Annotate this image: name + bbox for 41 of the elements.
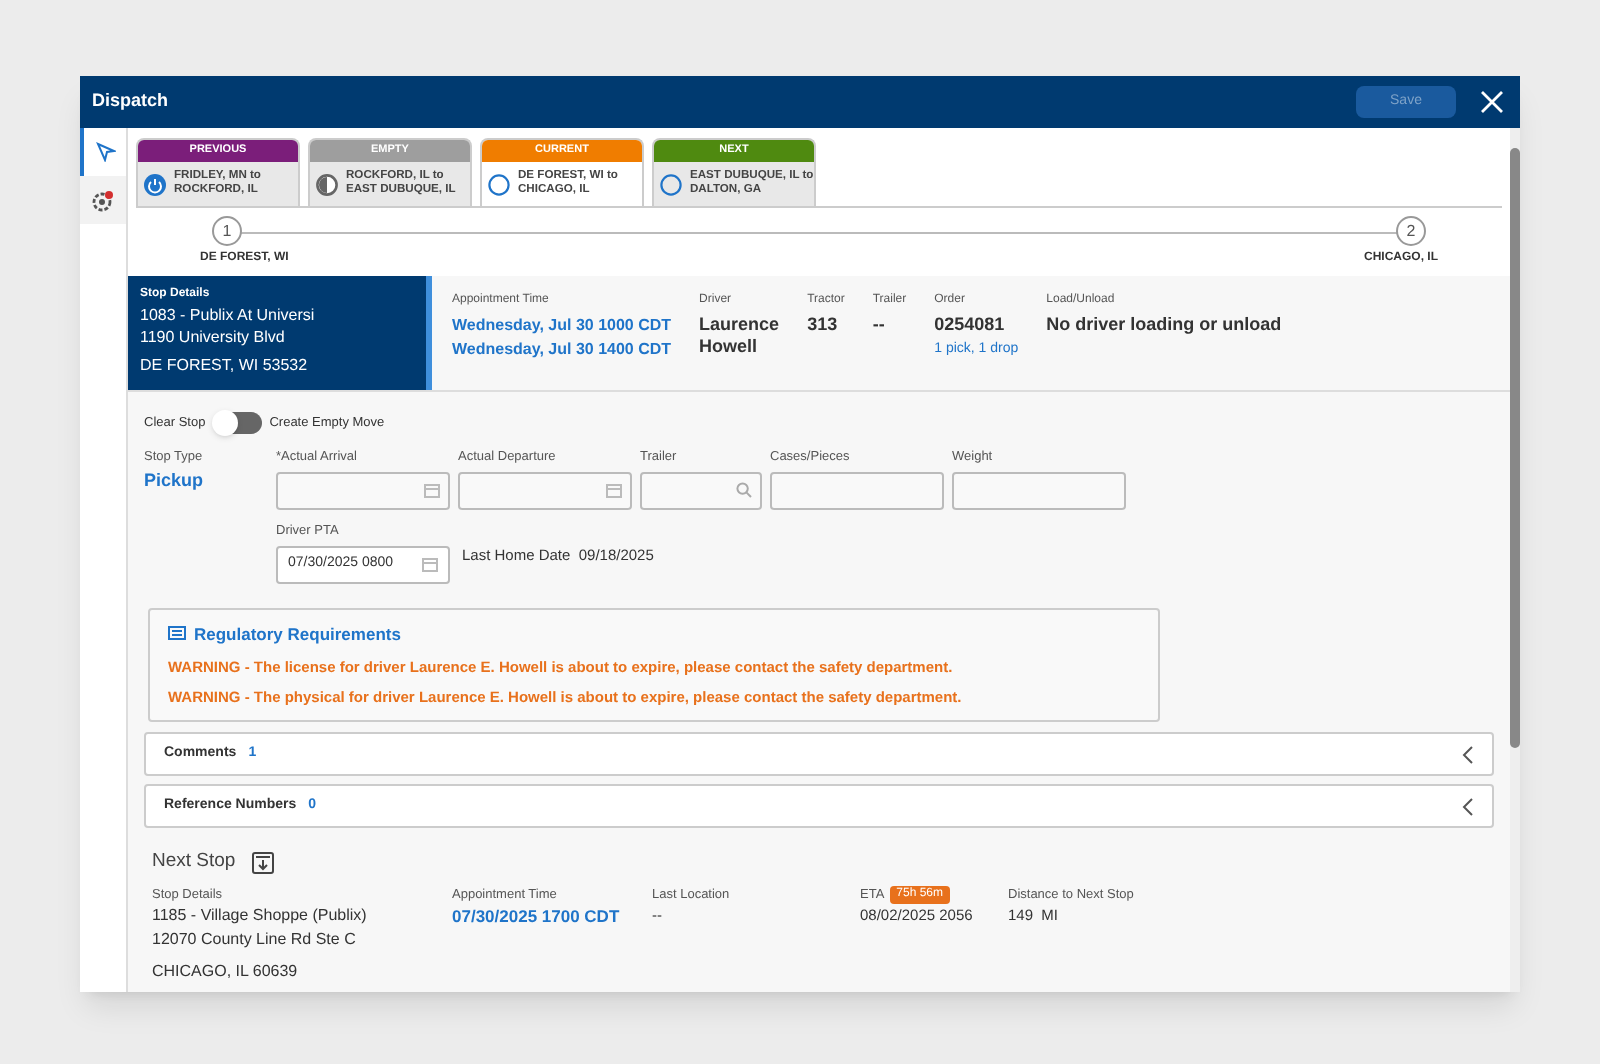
summary-value: No driver loading or unload <box>1046 314 1282 336</box>
calendar-icon <box>422 557 438 571</box>
window-title: Dispatch <box>92 88 169 115</box>
calendar-icon <box>424 483 440 498</box>
summary-value: Howell <box>699 336 760 358</box>
calendar-icon <box>606 483 622 498</box>
stop-address-line: 1083 - Publix At Universi <box>140 304 317 326</box>
scrollbar[interactable] <box>1510 128 1520 992</box>
half-circle-icon <box>316 173 338 195</box>
stop-type-value: Pickup <box>144 467 206 494</box>
regulatory-title: Regulatory Requirements <box>194 621 401 647</box>
summary-value: Laurence <box>699 314 780 336</box>
date-field[interactable] <box>458 471 632 510</box>
next-stop-title: Next Stop <box>152 848 236 877</box>
stop-address-line: CHICAGO, IL 60639 <box>152 960 300 985</box>
toggle-switch[interactable] <box>213 412 262 434</box>
power-icon <box>144 173 166 195</box>
stop-address-line: DE FOREST, WI 53532 <box>140 354 310 376</box>
appointment-link[interactable]: Wednesday, Jul 30 1400 CDT <box>452 338 672 362</box>
stop-address-line: 12070 County Line Rd Ste C <box>152 928 358 953</box>
search-field[interactable] <box>640 471 762 510</box>
stop-address-line: 1185 - Village Shoppe (Publix) <box>152 904 369 929</box>
circle-icon <box>488 173 510 195</box>
stop-address-line: 1190 University Blvd <box>140 326 287 348</box>
appointment-link[interactable]: 07/30/2025 1700 CDT <box>452 904 652 930</box>
send-icon <box>95 142 115 162</box>
search-icon <box>736 482 752 499</box>
close-icon[interactable] <box>1480 90 1504 114</box>
summary-value: -- <box>872 314 887 336</box>
summary-value: 313 <box>807 314 840 336</box>
input-field[interactable] <box>770 471 944 510</box>
appointment-link[interactable]: Wednesday, Jul 30 1000 CDT <box>452 314 672 338</box>
chevron-icon <box>1462 797 1474 816</box>
chevron-icon <box>1462 745 1474 764</box>
date-field[interactable] <box>276 471 450 510</box>
circle-icon <box>660 173 682 195</box>
input-field[interactable] <box>952 471 1126 510</box>
message-icon <box>168 625 186 642</box>
gear-alert-icon <box>92 189 114 211</box>
download-icon[interactable] <box>251 851 274 874</box>
summary-value: 0254081 <box>934 314 1007 336</box>
